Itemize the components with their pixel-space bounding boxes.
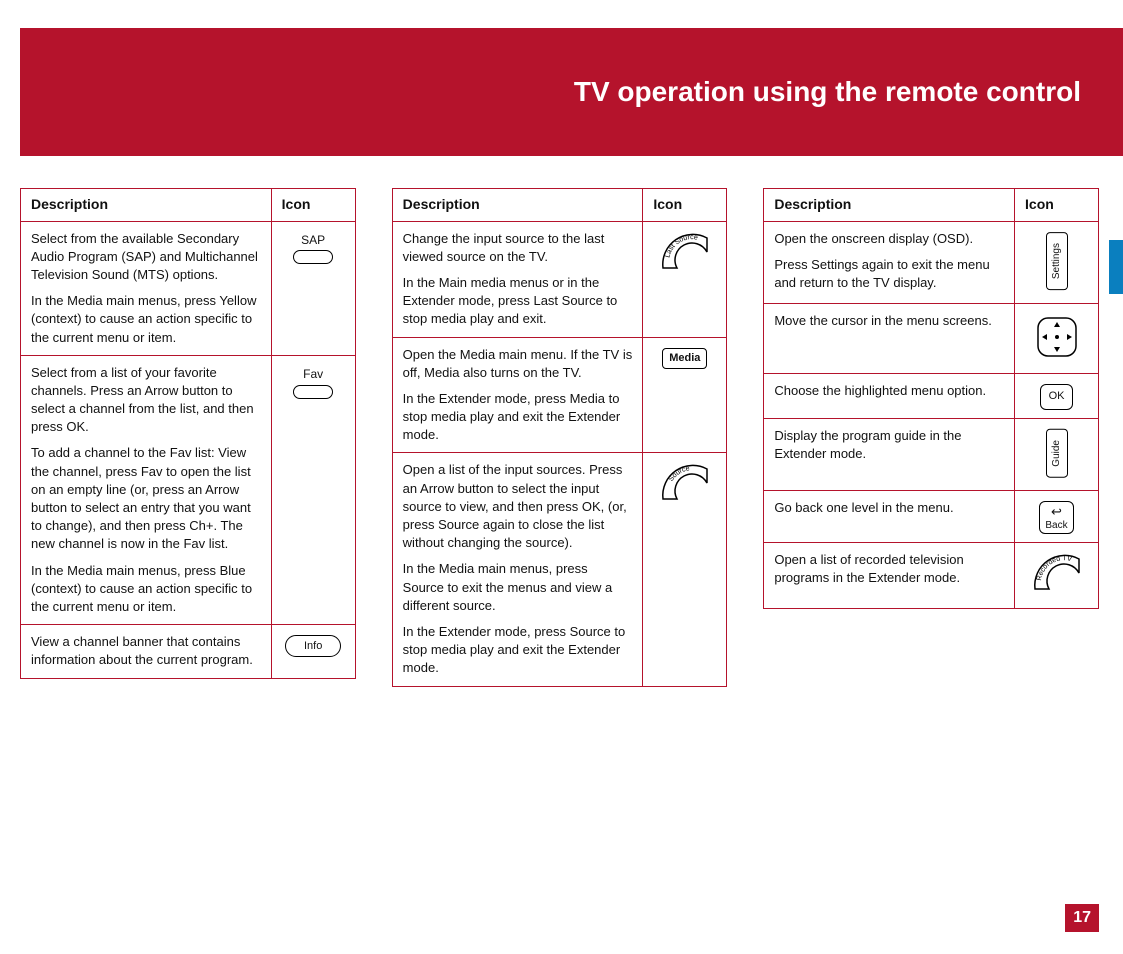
header-band: TV operation using the remote control xyxy=(20,28,1123,156)
description-cell: Select from the available Secondary Audi… xyxy=(21,221,272,355)
description-text: In the Media main menus, press Source to… xyxy=(403,560,633,615)
description-text: In the Media main menus, press Blue (con… xyxy=(31,562,261,617)
table-row: Change the input source to the last view… xyxy=(392,221,727,337)
col-header-icon: Icon xyxy=(271,189,355,222)
description-text: Choose the highlighted menu option. xyxy=(774,382,1004,400)
description-text: Press Settings again to exit the menu an… xyxy=(774,256,1004,292)
description-cell: Open the Media main menu. If the TV is o… xyxy=(392,337,643,453)
column-2: Description Icon Change the input source… xyxy=(392,188,728,687)
description-text: Go back one level in the menu. xyxy=(774,499,1004,517)
description-cell: Choose the highlighted menu option. xyxy=(764,374,1015,418)
table-row: Go back one level in the menu. ↩Back xyxy=(764,491,1099,542)
description-text: Select from a list of your favorite chan… xyxy=(31,364,261,437)
description-cell: Open the onscreen display (OSD). Press Se… xyxy=(764,221,1015,303)
table-row: Select from the available Secondary Audi… xyxy=(21,221,356,355)
description-cell: Display the program guide in the Extende… xyxy=(764,418,1015,491)
description-text: Select from the available Secondary Audi… xyxy=(31,230,261,285)
page-title: TV operation using the remote control xyxy=(574,76,1081,108)
icon-cell: Source xyxy=(643,453,727,686)
table-3: Description Icon Open the onscreen displ… xyxy=(763,188,1099,609)
table-row: View a channel banner that contains info… xyxy=(21,625,356,678)
description-text: To add a channel to the Fav list: View t… xyxy=(31,444,261,553)
fav-button-icon xyxy=(293,385,333,399)
table-row: Open a list of recorded television progr… xyxy=(764,542,1099,608)
description-cell: Move the cursor in the menu screens. xyxy=(764,303,1015,373)
column-1: Description Icon Select from the availab… xyxy=(20,188,356,679)
source-button-icon: Source xyxy=(657,463,713,505)
col-header-description: Description xyxy=(764,189,1015,222)
description-cell: Open a list of the input sources. Press … xyxy=(392,453,643,686)
icon-cell: OK xyxy=(1015,374,1099,418)
icon-cell: ↩Back xyxy=(1015,491,1099,542)
icon-cell: Fav xyxy=(271,355,355,624)
table-row: Select from a list of your favorite chan… xyxy=(21,355,356,624)
icon-cell: Guide xyxy=(1015,418,1099,491)
table-row: Open a list of the input sources. Press … xyxy=(392,453,727,686)
dpad-icon xyxy=(1034,314,1080,360)
icon-cell: Last Source xyxy=(643,221,727,337)
settings-button-icon: Settings xyxy=(1046,232,1068,290)
description-text: Display the program guide in the Extende… xyxy=(774,427,1004,463)
description-text: In the Extender mode, press Media to sto… xyxy=(403,390,633,445)
media-button-icon: Media xyxy=(662,348,707,369)
tables-container: Description Icon Select from the availab… xyxy=(20,188,1099,687)
recorded-tv-button-icon: Recorded TV xyxy=(1029,553,1085,595)
description-cell: Open a list of recorded television progr… xyxy=(764,542,1015,608)
table-row: Display the program guide in the Extende… xyxy=(764,418,1099,491)
table-row: Move the cursor in the menu screens. xyxy=(764,303,1099,373)
table-row: Open the Media main menu. If the TV is o… xyxy=(392,337,727,453)
description-text: Open a list of recorded television progr… xyxy=(774,551,1004,587)
description-cell: View a channel banner that contains info… xyxy=(21,625,272,678)
page-number: 17 xyxy=(1065,904,1099,932)
svg-text:Recorded TV: Recorded TV xyxy=(1036,555,1073,581)
col-header-icon: Icon xyxy=(643,189,727,222)
description-text: Open the onscreen display (OSD). xyxy=(774,230,1004,248)
description-cell: Change the input source to the last view… xyxy=(392,221,643,337)
description-text: In the Main media menus or in the Extend… xyxy=(403,274,633,329)
ok-button-icon: OK xyxy=(1040,384,1074,409)
info-button-icon: Info xyxy=(285,635,341,657)
table-row: Open the onscreen display (OSD). Press Se… xyxy=(764,221,1099,303)
description-cell: Select from a list of your favorite chan… xyxy=(21,355,272,624)
table-row: Choose the highlighted menu option. OK xyxy=(764,374,1099,418)
description-cell: Go back one level in the menu. xyxy=(764,491,1015,542)
column-3: Description Icon Open the onscreen displ… xyxy=(763,188,1099,609)
col-header-description: Description xyxy=(21,189,272,222)
col-header-icon: Icon xyxy=(1015,189,1099,222)
table-1: Description Icon Select from the availab… xyxy=(20,188,356,679)
sap-label: SAP xyxy=(282,232,345,249)
last-source-button-icon: Last Source xyxy=(657,232,713,274)
description-text: Open a list of the input sources. Press … xyxy=(403,461,633,552)
fav-label: Fav xyxy=(282,366,345,383)
icon-cell: Settings xyxy=(1015,221,1099,303)
description-text: Move the cursor in the menu screens. xyxy=(774,312,1004,330)
sap-button-icon xyxy=(293,250,333,264)
description-text: In the Media main menus, press Yellow (c… xyxy=(31,292,261,347)
description-text: View a channel banner that contains info… xyxy=(31,633,261,669)
icon-cell: Info xyxy=(271,625,355,678)
description-text: Change the input source to the last view… xyxy=(403,230,633,266)
icon-cell: Recorded TV xyxy=(1015,542,1099,608)
icon-cell xyxy=(1015,303,1099,373)
description-text: In the Extender mode, press Source to st… xyxy=(403,623,633,678)
section-tab xyxy=(1109,240,1123,294)
icon-cell: SAP xyxy=(271,221,355,355)
icon-cell: Media xyxy=(643,337,727,453)
col-header-description: Description xyxy=(392,189,643,222)
table-2: Description Icon Change the input source… xyxy=(392,188,728,687)
description-text: Open the Media main menu. If the TV is o… xyxy=(403,346,633,382)
guide-button-icon: Guide xyxy=(1046,429,1068,478)
back-button-icon: ↩Back xyxy=(1039,501,1073,533)
